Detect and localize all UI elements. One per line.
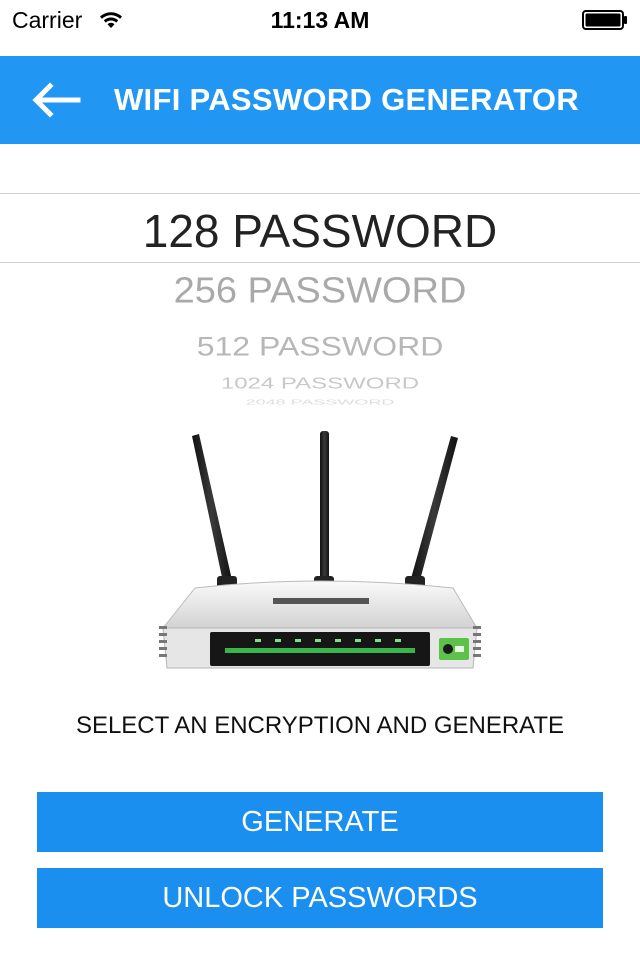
picker-selection-top-divider (0, 193, 640, 194)
nav-bar: WIFI PASSWORD GENERATOR (0, 56, 640, 144)
back-button[interactable] (28, 78, 84, 122)
page-title: WIFI PASSWORD GENERATOR (114, 82, 580, 117)
picker-option[interactable]: 2048 PASSWORD (0, 398, 640, 406)
instruction-text: SELECT AN ENCRYPTION AND GENERATE (75, 712, 565, 739)
status-time: 11:13 AM (270, 7, 370, 33)
status-bar: Carrier 11:13 AM (0, 0, 640, 40)
picker-selection-bottom-divider (0, 262, 640, 263)
picker-option[interactable]: 512 PASSWORD (0, 331, 640, 362)
picker-option[interactable]: 1024 PASSWORD (0, 375, 640, 393)
unlock-passwords-button[interactable]: UNLOCK PASSWORDS (37, 868, 603, 928)
battery-full-icon (582, 10, 627, 30)
picker-option[interactable]: 256 PASSWORD (0, 271, 640, 312)
picker-option-selected[interactable]: 128 PASSWORD (0, 204, 640, 258)
generate-button[interactable]: GENERATE (37, 792, 603, 852)
encryption-picker[interactable]: 128 PASSWORD 256 PASSWORD 512 PASSWORD 1… (0, 180, 640, 408)
back-arrow-icon (32, 82, 81, 118)
wifi-router-image (159, 431, 481, 669)
app-screen: Carrier 11:13 AM WIFI PASSWORD GENERATOR… (0, 0, 640, 960)
